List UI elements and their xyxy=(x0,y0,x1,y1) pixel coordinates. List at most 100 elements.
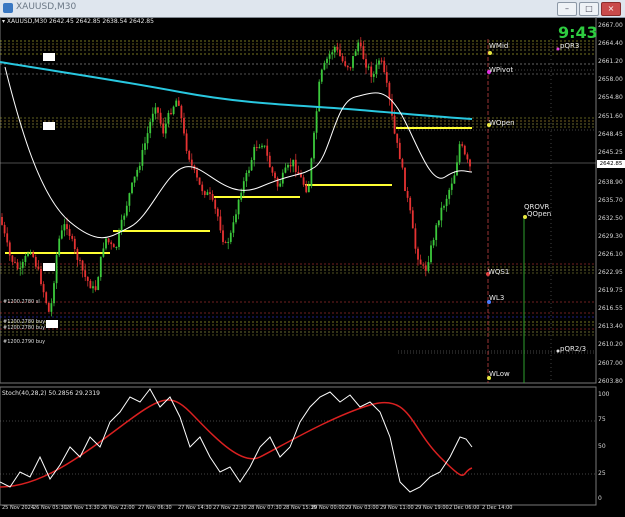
candle-body xyxy=(417,248,419,260)
candle-body xyxy=(138,165,141,170)
price-tick-label: 2648.45 xyxy=(598,130,623,138)
price-tick-label: 2658.00 xyxy=(598,76,623,84)
candle-body xyxy=(141,149,144,166)
candle-body xyxy=(209,192,211,195)
candle-body xyxy=(112,244,115,248)
time-tick-label: 2 Dec 14:00 xyxy=(482,505,513,511)
order-marker-box xyxy=(43,122,55,130)
candle-body xyxy=(167,112,170,124)
candle-body xyxy=(110,242,113,245)
time-tick-label: 29 Nov 03:00 xyxy=(345,505,379,511)
candle-body xyxy=(440,207,443,221)
order-label[interactable]: #1200.2780 sl xyxy=(3,299,40,305)
candle-body xyxy=(427,262,430,271)
candle-body xyxy=(159,112,162,124)
price-tick-label: 2629.30 xyxy=(598,232,623,240)
candle-body xyxy=(71,235,74,239)
time-tick-label: 29 Nov 00:00 xyxy=(311,505,345,511)
candle-body xyxy=(261,145,263,148)
order-label[interactable]: #1200.2780 buy xyxy=(3,325,45,331)
candle-body xyxy=(206,192,209,196)
candle-body xyxy=(73,238,76,250)
candle-body xyxy=(227,241,230,243)
candle-body xyxy=(11,255,14,262)
candle-body xyxy=(144,143,146,150)
candle-body xyxy=(435,225,438,240)
candle-body xyxy=(307,186,310,193)
stoch-tick-label: 25 xyxy=(598,470,606,477)
candle-body xyxy=(45,292,48,304)
time-tick-label: 27 Nov 14:30 xyxy=(178,505,212,511)
candle-body xyxy=(242,181,245,193)
stoch-tick-label: 50 xyxy=(598,443,606,450)
candle-body xyxy=(287,164,289,168)
candle-body xyxy=(81,260,84,271)
minimize-button[interactable]: – xyxy=(557,2,577,16)
level-marker xyxy=(488,51,492,55)
stoch-signal-line xyxy=(0,399,473,488)
price-tick-label: 2651.60 xyxy=(598,112,623,120)
order-marker-box xyxy=(46,320,58,328)
candle-body xyxy=(102,248,105,257)
candle-body xyxy=(180,105,183,118)
candle-body xyxy=(404,167,406,191)
candle-body xyxy=(456,162,458,176)
candle-body xyxy=(151,113,154,122)
candle-body xyxy=(385,72,388,83)
level-label-wmid: WMid xyxy=(489,42,509,50)
order-marker-box xyxy=(43,53,55,61)
candle-body xyxy=(79,259,81,261)
candle-body xyxy=(359,42,362,47)
stoch-tick-label: 0 xyxy=(598,495,602,502)
candle-body xyxy=(86,276,89,281)
candle-body xyxy=(346,65,349,68)
candle-body xyxy=(198,177,201,185)
candle-body xyxy=(292,159,295,167)
candle-body xyxy=(154,107,157,114)
candle-body xyxy=(50,303,53,312)
maximize-button[interactable]: □ xyxy=(579,2,599,16)
candle-body xyxy=(289,164,292,167)
candle-body xyxy=(157,107,159,113)
candle-body xyxy=(323,62,326,70)
price-tick-label: 2626.10 xyxy=(598,250,623,258)
candle-body xyxy=(237,199,240,215)
candle-body xyxy=(388,82,391,99)
stoch-tick-label: 100 xyxy=(598,391,610,398)
candle-body xyxy=(396,133,399,143)
candle-body xyxy=(248,170,250,173)
stoch-pane-border xyxy=(0,386,597,506)
candle-body xyxy=(232,222,235,233)
close-button[interactable]: × xyxy=(601,2,621,16)
price-tick-label: 2603.80 xyxy=(598,377,623,385)
candle-body xyxy=(58,238,61,256)
order-label[interactable]: #1200.2790 buy xyxy=(3,339,45,345)
candle-body xyxy=(177,100,180,106)
window-titlebar: XAUUSD,M30 – □ × xyxy=(0,0,625,18)
clock-display: 9:43 xyxy=(558,23,598,42)
price-tick-label: 2638.90 xyxy=(598,178,623,186)
level-label-pqr23: pQR2/3 xyxy=(560,345,587,353)
price-tick-label: 2661.20 xyxy=(598,58,623,66)
candle-body xyxy=(450,183,453,190)
time-tick-label: 26 Nov 22:00 xyxy=(101,505,135,511)
price-tick-label: 2635.70 xyxy=(598,196,623,204)
candle-body xyxy=(164,123,167,134)
candle-body xyxy=(21,261,24,268)
candle-body xyxy=(128,193,131,206)
candle-body xyxy=(437,220,440,226)
candle-body xyxy=(1,217,3,225)
candle-body xyxy=(47,303,50,312)
candle-body xyxy=(300,174,302,178)
candle-body xyxy=(245,172,248,182)
candle-body xyxy=(92,286,94,289)
candle-body xyxy=(453,175,456,184)
candle-body xyxy=(461,144,464,146)
price-tick-label: 2607.00 xyxy=(598,359,623,367)
candle-body xyxy=(422,264,425,266)
candle-body xyxy=(172,106,175,115)
candle-body xyxy=(357,42,360,52)
price-chart[interactable] xyxy=(0,17,625,517)
candle-body xyxy=(271,167,274,173)
price-tick-label: 2619.75 xyxy=(598,287,623,295)
